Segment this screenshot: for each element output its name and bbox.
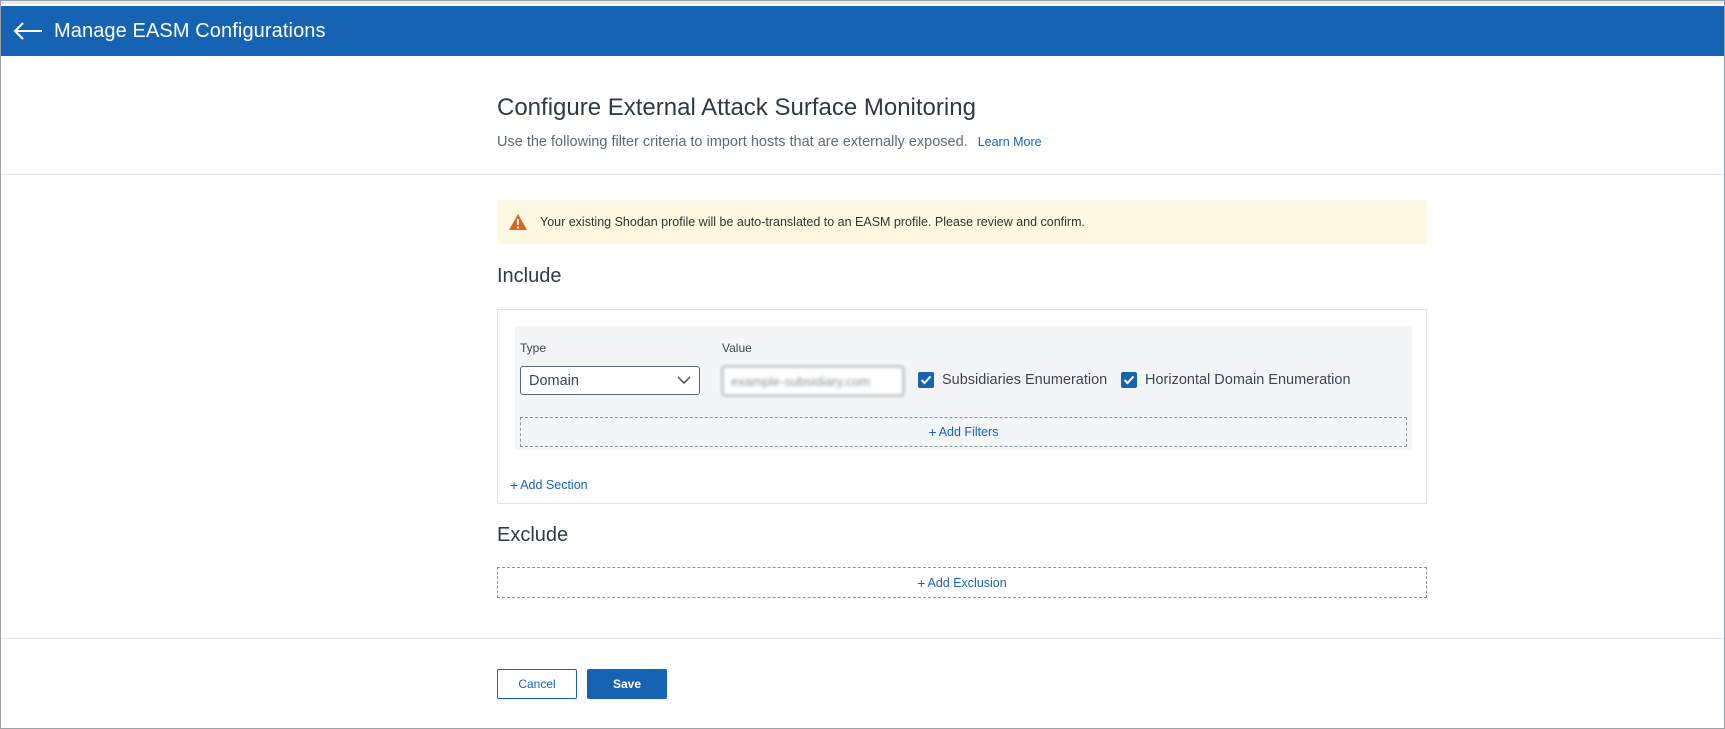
value-label: Value: [722, 341, 752, 355]
include-section: Type Value Domain Subsidiaries Enumerati…: [497, 309, 1427, 504]
checkbox-checked[interactable]: [918, 372, 934, 388]
warning-text: Your existing Shodan profile will be aut…: [540, 215, 1085, 229]
exclude-heading: Exclude: [497, 524, 569, 546]
save-button[interactable]: Save: [587, 669, 667, 699]
add-section-link[interactable]: + Add Section: [510, 477, 588, 493]
checkbox-checked[interactable]: [1121, 372, 1137, 388]
back-button[interactable]: [11, 14, 45, 48]
horizontal-domain-checkbox[interactable]: Horizontal Domain Enumeration: [1121, 372, 1351, 388]
check-icon: [1123, 375, 1135, 385]
arrow-left-icon: [13, 22, 42, 40]
value-input[interactable]: [722, 366, 904, 396]
cancel-button[interactable]: Cancel: [497, 669, 577, 699]
include-heading: Include: [497, 265, 562, 287]
type-select-value: Domain: [529, 372, 579, 389]
plus-icon: +: [917, 574, 926, 591]
add-filters-button[interactable]: + Add Filters: [520, 417, 1407, 447]
header-title: Manage EASM Configurations: [54, 19, 326, 42]
checkbox-label: Horizontal Domain Enumeration: [1145, 372, 1351, 388]
check-icon: [920, 375, 932, 385]
footer-divider: [1, 638, 1724, 639]
plus-icon: +: [510, 477, 519, 493]
subtitle-text: Use the following filter criteria to imp…: [497, 134, 968, 150]
checkbox-label: Subsidiaries Enumeration: [942, 372, 1108, 388]
app-header: Manage EASM Configurations: [1, 6, 1724, 56]
page-title: Configure External Attack Surface Monito…: [497, 94, 976, 121]
chevron-down-icon: [677, 376, 691, 384]
subsidiaries-checkbox[interactable]: Subsidiaries Enumeration: [918, 372, 1107, 388]
add-section-label: Add Section: [520, 478, 588, 492]
type-label: Type: [520, 341, 547, 355]
type-select[interactable]: Domain: [520, 366, 700, 395]
page-subtitle: Use the following filter criteria to imp…: [497, 134, 1042, 150]
warning-icon: [509, 214, 527, 230]
add-exclusion-button[interactable]: + Add Exclusion: [497, 567, 1427, 598]
warning-banner: Your existing Shodan profile will be aut…: [497, 200, 1427, 244]
divider: [1, 174, 1724, 175]
add-exclusion-label: Add Exclusion: [927, 575, 1007, 590]
intro-section: Configure External Attack Surface Monito…: [497, 94, 1042, 150]
learn-more-link[interactable]: Learn More: [978, 135, 1042, 149]
add-filters-label: Add Filters: [938, 425, 999, 439]
filter-row: Type Value Domain Subsidiaries Enumerati…: [515, 326, 1412, 450]
plus-icon: +: [928, 424, 937, 440]
